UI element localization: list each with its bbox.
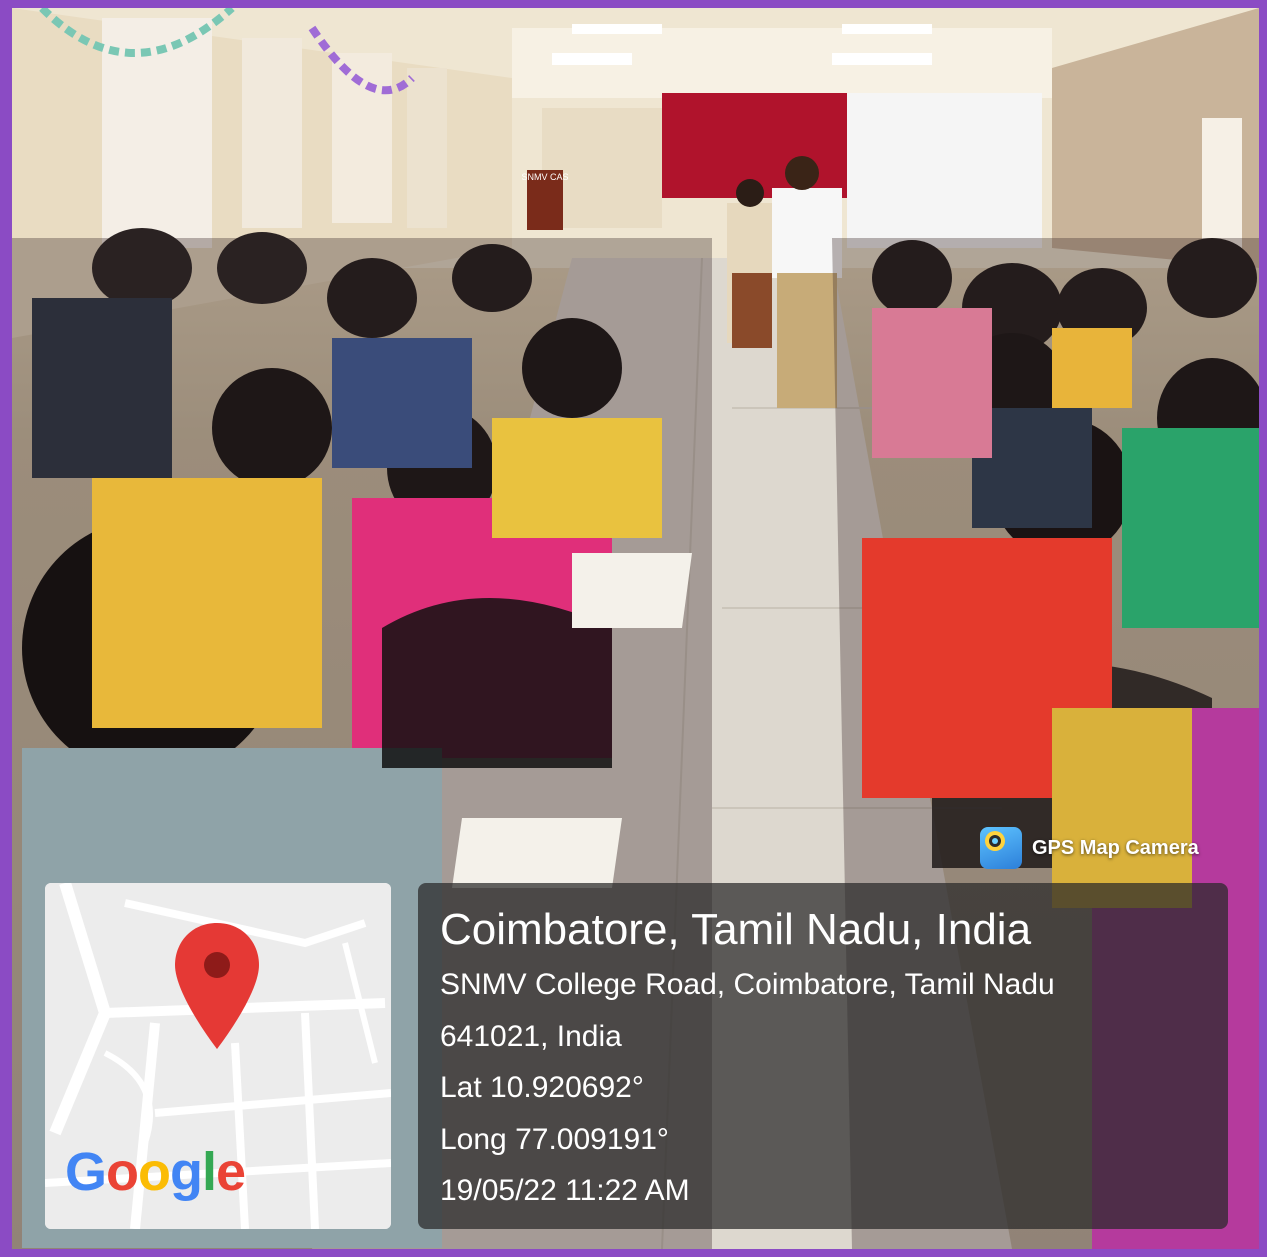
longitude: Long 77.009191° [440, 1122, 669, 1156]
gps-map-camera-badge: GPS Map Camera [980, 826, 1199, 870]
badge-label: GPS Map Camera [1032, 836, 1199, 859]
location-title: Coimbatore, Tamil Nadu, India [440, 905, 1032, 954]
google-logo: Google [65, 1142, 246, 1202]
gps-camera-icon [980, 827, 1022, 869]
address-line-2: 641021, India [440, 1019, 622, 1053]
map-thumbnail: Google [45, 883, 391, 1229]
timestamp: 19/05/22 11:22 AM [440, 1174, 690, 1207]
latitude: Lat 10.920692° [440, 1071, 644, 1104]
address-line-1: SNMV College Road, Coimbatore, Tamil Nad… [440, 968, 1055, 1001]
location-info-panel: Coimbatore, Tamil Nadu, India SNMV Colle… [418, 883, 1228, 1229]
podium-sign: SNMV CAS [521, 172, 568, 182]
